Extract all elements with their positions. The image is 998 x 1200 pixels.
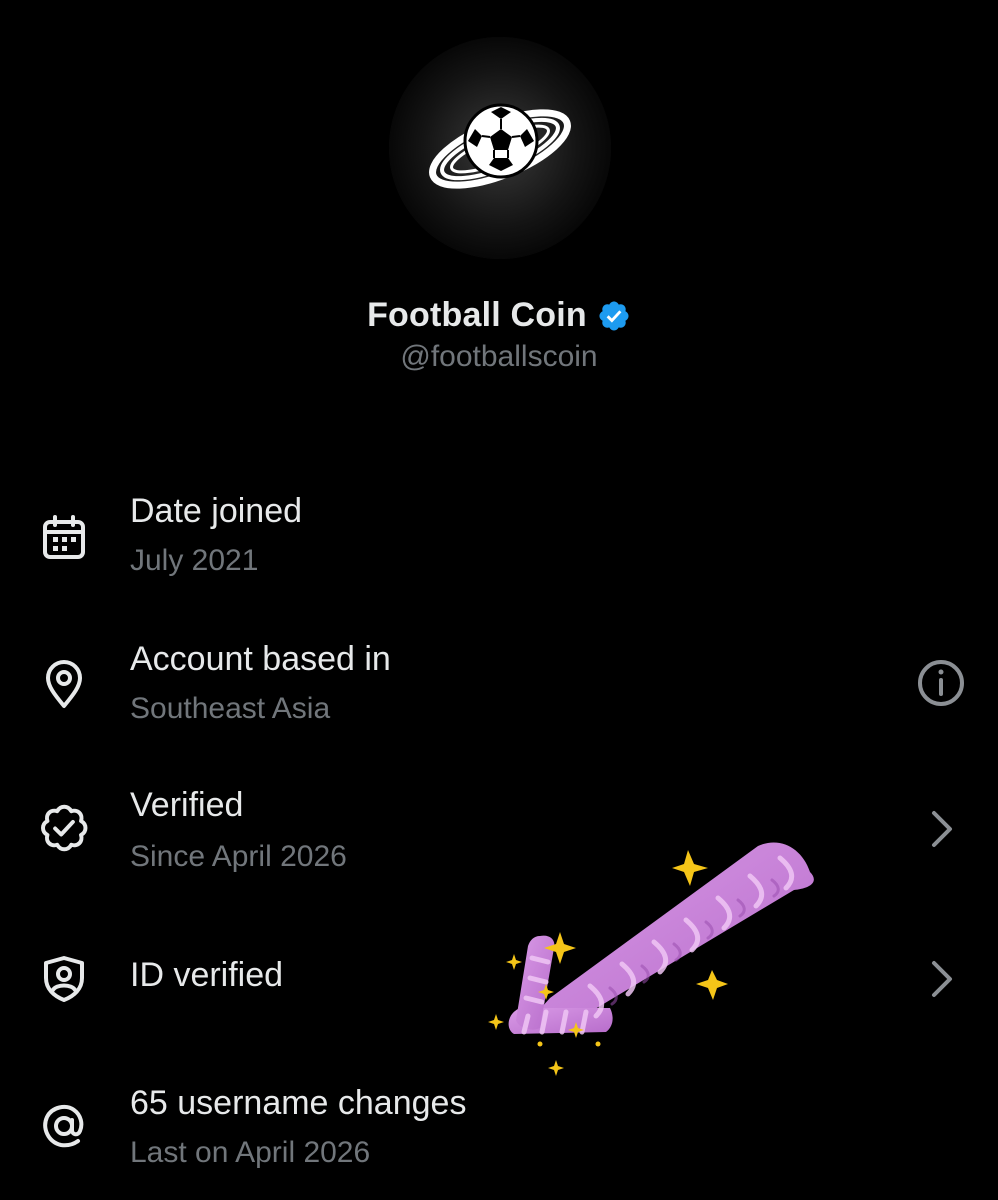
verified-badge-icon xyxy=(36,800,92,856)
detail-title: Account based in xyxy=(130,640,391,678)
verified-checkmark-icon[interactable] xyxy=(597,299,631,333)
id-shield-icon xyxy=(36,950,92,1006)
detail-title: Verified xyxy=(130,786,244,824)
display-name: Football Coin xyxy=(367,296,587,334)
profile-avatar[interactable] xyxy=(389,37,611,259)
detail-row-account-based-in: Account based in Southeast Asia xyxy=(0,636,998,746)
detail-row-date-joined: Date joined July 2021 xyxy=(0,488,998,598)
detail-subtitle: July 2021 xyxy=(130,544,259,577)
location-pin-icon xyxy=(36,656,92,712)
detail-title: ID verified xyxy=(130,956,284,994)
info-icon[interactable] xyxy=(914,656,968,710)
detail-title: Date joined xyxy=(130,492,303,530)
at-sign-icon xyxy=(36,1098,92,1154)
chevron-right-icon[interactable] xyxy=(914,952,968,1006)
football-swirl-logo xyxy=(389,37,611,259)
profile-handle: @footballscoin xyxy=(400,340,598,373)
detail-subtitle: Since April 2026 xyxy=(130,840,347,873)
profile-name-row: Football Coin xyxy=(0,296,998,335)
calendar-icon xyxy=(36,510,92,566)
detail-title: 65 username changes xyxy=(130,1084,467,1122)
detail-subtitle: Last on April 2026 xyxy=(130,1136,371,1169)
chevron-right-icon[interactable] xyxy=(914,802,968,856)
detail-row-username-changes: 65 username changes Last on April 2026 xyxy=(0,1080,998,1190)
purple-sparkle-arrow-sticker xyxy=(480,828,830,1078)
detail-subtitle: Southeast Asia xyxy=(130,692,331,725)
